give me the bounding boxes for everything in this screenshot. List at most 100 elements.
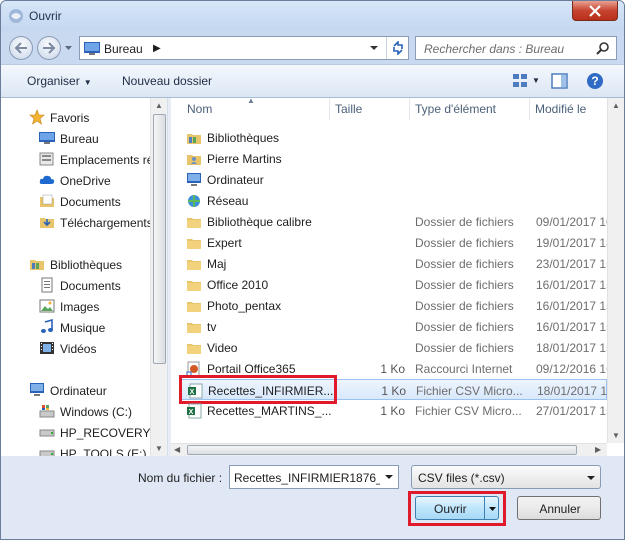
star-icon [29,109,45,125]
new-folder-button[interactable]: Nouveau dossier [122,74,212,88]
cancel-button[interactable]: Annuler [517,496,601,520]
help-icon[interactable]: ? [586,72,604,90]
sidebar-item-downloads[interactable]: Téléchargements [1,213,151,231]
sidebar-item-videos[interactable]: Vidéos [1,339,151,357]
search-icon[interactable] [596,41,610,55]
sidebar-item-label: Bureau [60,132,99,146]
file-name: Bibliothèques [207,131,280,145]
column-separator[interactable] [329,98,330,120]
view-options-icon[interactable] [512,73,530,89]
file-row[interactable]: Bibliothèques [179,127,607,148]
column-header-name[interactable]: Nom [187,102,212,116]
forward-button[interactable] [37,36,61,60]
sidebar-item-onedrive[interactable]: OneDrive [1,171,151,189]
navigation-pane-scrollbar[interactable]: ▲ ▼ [150,98,167,456]
sidebar-item-desktop[interactable]: Bureau [1,129,151,147]
file-type: Dossier de fichiers [415,278,514,292]
chevron-down-icon [587,476,595,480]
sidebar-item-favorites[interactable]: Favoris [1,108,151,126]
libraries-icon [187,134,201,144]
scroll-down-icon[interactable]: ▼ [155,444,163,453]
user-folder-icon [187,155,201,165]
file-name: Ordinateur [207,173,264,187]
search-input[interactable]: Rechercher dans : Bureau [415,36,617,60]
file-modified-date: 23/01/2017 15:58 [536,257,607,271]
file-list-horizontal-scrollbar[interactable]: ◀ ▶ [171,443,607,456]
file-name: Portail Office365 [207,362,296,376]
file-name: Expert [207,236,242,250]
file-row[interactable]: Bibliothèque calibre Dossier de fichiers 0… [179,211,607,232]
scroll-up-icon[interactable]: ▲ [612,101,620,110]
file-type-filter-select[interactable]: CSV files (*.csv) [411,465,601,489]
file-row[interactable]: Expert Dossier de fichiers 19/01/2017 18:0… [179,232,607,253]
column-header-modified[interactable]: Modifié le [535,102,586,116]
scroll-right-icon[interactable]: ▶ [595,445,601,454]
back-button[interactable] [9,36,33,60]
sidebar-item-label: Téléchargements [60,216,151,230]
organize-label: Organiser [27,74,80,88]
sidebar-item-label: Emplacements ré [60,153,151,167]
recent-places-icon [39,152,54,166]
scrollbar-thumb[interactable] [187,445,577,455]
sidebar-item-documents[interactable]: Documents [1,192,151,210]
file-list-vertical-scrollbar[interactable]: ▲ ▼ [607,98,624,443]
file-row[interactable]: Photo_pentax Dossier de fichiers 16/01/201… [179,295,607,316]
column-header-type[interactable]: Type d'élément [415,102,496,116]
excel-csv-icon: X [187,403,202,419]
sidebar-item-drive-c[interactable]: Windows (C:) [1,402,151,420]
file-row[interactable]: Video Dossier de fichiers 18/01/2017 15:47 [179,337,607,358]
svg-text:?: ? [591,74,598,88]
sidebar-item-label: Bibliothèques [50,258,123,272]
documents-icon [40,194,54,207]
column-separator[interactable] [529,98,530,120]
file-name: Maj [207,257,227,271]
navigation-pane: Favoris Bureau Emplacements ré OneDrive … [1,98,167,461]
close-button[interactable] [572,1,618,21]
scroll-left-icon[interactable]: ◀ [174,445,180,454]
sidebar-item-label: Musique [60,321,106,335]
filename-field[interactable]: Recettes_INFIRMIER1876_AL [229,465,399,489]
sidebar-item-images[interactable]: Images [1,297,151,315]
network-icon [188,195,200,207]
scroll-down-icon[interactable]: ▼ [612,431,620,440]
scrollbar-thumb[interactable] [153,114,166,364]
address-bar-location[interactable]: Bureau [104,42,143,56]
recent-locations-dropdown-icon[interactable] [64,43,73,52]
preview-pane-icon[interactable] [551,73,569,89]
file-modified-date: 09/12/2016 16:40 [536,362,607,376]
column-separator[interactable] [409,98,410,120]
sidebar-item-computer[interactable]: Ordinateur [1,381,151,399]
file-size: 1 Ko [380,404,405,418]
filename-dropdown-icon[interactable] [384,472,394,482]
file-name: Pierre Martins [207,152,282,166]
scroll-up-icon[interactable]: ▲ [155,101,163,110]
sidebar-item-libraries[interactable]: Bibliothèques [1,255,151,273]
view-dropdown-icon[interactable]: ▼ [532,76,540,85]
sidebar-item-library-documents[interactable]: Documents [1,276,151,294]
dialog-footer: Nom du fichier : Recettes_INFIRMIER1876_… [1,456,624,539]
filename-value[interactable]: Recettes_INFIRMIER1876_AL [234,471,380,485]
file-row[interactable]: X Recettes_MARTINS_... 1 Ko Fichier CSV Mic… [179,400,607,421]
column-header-size[interactable]: Taille [335,102,362,116]
drive-icon [39,429,55,437]
sidebar-item-label: Windows (C:) [60,405,133,419]
file-row[interactable]: tv Dossier de fichiers 16/01/2017 15:47 [179,316,607,337]
file-size: 1 Ko [380,362,405,376]
file-modified-date: 09/01/2017 10:11 [536,215,607,229]
folder-icon [187,218,201,228]
sidebar-item-label: OneDrive [60,174,111,188]
address-dropdown-icon[interactable] [368,42,380,54]
sidebar-item-recent-places[interactable]: Emplacements ré [1,150,151,168]
computer-icon [187,173,201,186]
file-row[interactable]: Ordinateur [179,169,607,190]
file-row[interactable]: Réseau [179,190,607,211]
file-row[interactable]: Office 2010 Dossier de fichiers 16/01/2017… [179,274,607,295]
sidebar-item-music[interactable]: Musique [1,318,151,336]
file-row[interactable]: Maj Dossier de fichiers 23/01/2017 15:58 [179,253,607,274]
breadcrumb-chevron-icon[interactable]: ▶ [153,43,161,54]
refresh-button[interactable] [386,37,408,59]
organize-menu[interactable]: Organiser ▼ [27,74,92,88]
file-row[interactable]: Pierre Martins [179,148,607,169]
sidebar-item-drive-d[interactable]: HP_RECOVERY (D [1,423,151,441]
address-bar[interactable]: Bureau ▶ [79,36,409,60]
